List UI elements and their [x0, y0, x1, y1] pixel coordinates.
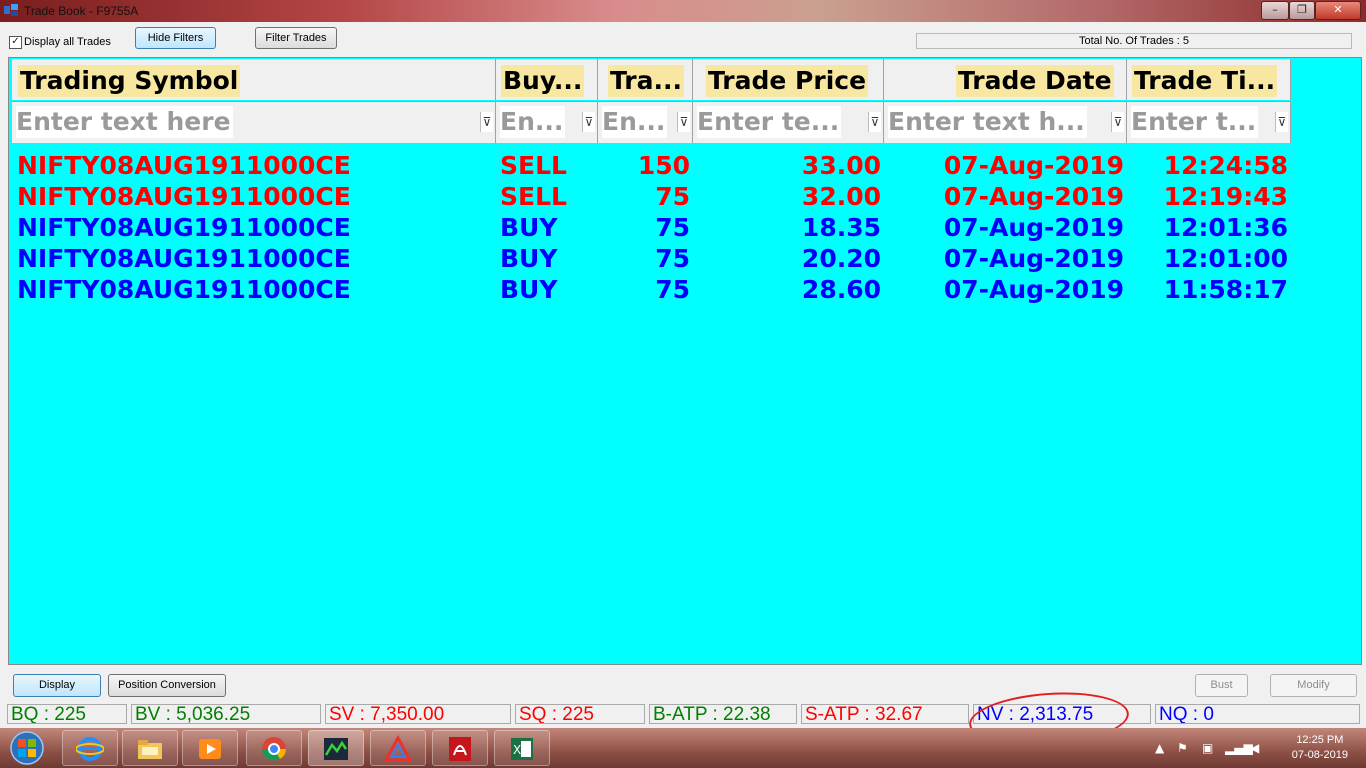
- filter-cell-trade-qty: En... ⊽: [598, 101, 693, 143]
- filter-input-buy-sell[interactable]: En...: [500, 106, 566, 138]
- filter-cell-trade-time: Enter t... ⊽: [1127, 101, 1291, 143]
- trade-cell-symbol[interactable]: NIFTY08AUG1911000CE: [17, 181, 487, 212]
- window-title: Trade Book - F9755A: [24, 4, 139, 18]
- filter-cell-trade-date: Enter text h... ⊽: [884, 101, 1127, 143]
- minimize-button[interactable]: –: [1261, 1, 1289, 20]
- clock-date: 07-08-2019: [1291, 749, 1348, 761]
- column-header-trade-date[interactable]: Trade Date: [884, 59, 1127, 100]
- status-sq: SQ : 225: [515, 704, 645, 724]
- filter-funnel-icon[interactable]: ⊽: [677, 112, 690, 132]
- trade-cell-side[interactable]: SELL: [500, 181, 595, 212]
- trade-cell-qty[interactable]: 75: [598, 181, 690, 212]
- filter-cell-trading-symbol: Enter text here ⊽: [12, 101, 496, 143]
- modify-button[interactable]: Modify: [1270, 674, 1357, 697]
- trade-cell-price[interactable]: 20.20: [693, 243, 881, 274]
- trade-cell-price[interactable]: 33.00: [693, 150, 881, 181]
- filter-trades-button[interactable]: Filter Trades: [255, 27, 337, 49]
- trade-cell-symbol[interactable]: NIFTY08AUG1911000CE: [17, 274, 487, 305]
- status-bv: BV : 5,036.25: [131, 704, 321, 724]
- network-icon[interactable]: ⚑: [1177, 741, 1188, 755]
- title-bar: Trade Book - F9755A – ❐ ✕: [0, 0, 1366, 22]
- column-header-trade-price[interactable]: Trade Price: [693, 59, 884, 100]
- trade-cell-time[interactable]: 12:01:36: [1127, 212, 1288, 243]
- trade-cell-date[interactable]: 07-Aug-2019: [884, 150, 1124, 181]
- trade-cell-side[interactable]: SELL: [500, 150, 595, 181]
- status-bq: BQ : 225: [7, 704, 127, 724]
- display-all-checkbox[interactable]: ✓: [9, 36, 22, 49]
- trade-cell-side[interactable]: BUY: [500, 274, 595, 305]
- filter-funnel-icon[interactable]: ⊽: [868, 112, 881, 132]
- signal-icon[interactable]: ▂▄▆: [1225, 741, 1253, 755]
- display-button[interactable]: Display: [13, 674, 101, 697]
- trade-cell-time[interactable]: 12:01:00: [1127, 243, 1288, 274]
- filter-input-trade-time[interactable]: Enter t...: [1131, 106, 1259, 138]
- total-trades-count: Total No. Of Trades : 5: [916, 33, 1352, 49]
- internet-explorer-icon[interactable]: [62, 730, 118, 766]
- acrobat-icon[interactable]: [432, 730, 488, 766]
- filter-cell-trade-price: Enter te... ⊽: [693, 101, 884, 143]
- trade-cell-price[interactable]: 28.60: [693, 274, 881, 305]
- trade-cell-time[interactable]: 11:58:17: [1127, 274, 1288, 305]
- filter-input-trading-symbol[interactable]: Enter text here: [16, 106, 233, 138]
- filter-funnel-icon[interactable]: ⊽: [480, 112, 493, 132]
- trade-cell-time[interactable]: 12:24:58: [1127, 150, 1288, 181]
- clock-time: 12:25 PM: [1296, 734, 1344, 746]
- column-header-trade-qty[interactable]: Tra...: [598, 59, 693, 100]
- trade-cell-symbol[interactable]: NIFTY08AUG1911000CE: [17, 212, 487, 243]
- trade-cell-symbol[interactable]: NIFTY08AUG1911000CE: [17, 243, 487, 274]
- media-player-icon[interactable]: [182, 730, 238, 766]
- trade-cell-side[interactable]: BUY: [500, 243, 595, 274]
- trade-cell-date[interactable]: 07-Aug-2019: [884, 243, 1124, 274]
- app-icon: [4, 4, 18, 16]
- windows-taskbar: X ▲ ⚑ ▣ ▂▄▆ ◀ 12:25 PM 07-08-2019: [0, 728, 1366, 768]
- maximize-button[interactable]: ❐: [1289, 1, 1315, 20]
- trade-cell-side[interactable]: BUY: [500, 212, 595, 243]
- trade-cell-qty[interactable]: 75: [598, 274, 690, 305]
- show-hidden-icons-icon[interactable]: ▲: [1155, 741, 1164, 755]
- column-header-trading-symbol[interactable]: Trading Symbol: [12, 59, 496, 100]
- trade-cell-date[interactable]: 07-Aug-2019: [884, 212, 1124, 243]
- trade-cell-date[interactable]: 07-Aug-2019: [884, 181, 1124, 212]
- status-sv: SV : 7,350.00: [325, 704, 511, 724]
- trade-cell-qty[interactable]: 75: [598, 243, 690, 274]
- trade-cell-symbol[interactable]: NIFTY08AUG1911000CE: [17, 150, 487, 181]
- trade-cell-qty[interactable]: 75: [598, 212, 690, 243]
- filter-funnel-icon[interactable]: ⊽: [1275, 112, 1288, 132]
- excel-icon[interactable]: X: [494, 730, 550, 766]
- filter-input-trade-date[interactable]: Enter text h...: [888, 106, 1087, 138]
- file-explorer-icon[interactable]: [122, 730, 178, 766]
- summary-status-bar: BQ : 225 BV : 5,036.25 SV : 7,350.00 SQ …: [0, 703, 1366, 727]
- trade-cell-price[interactable]: 32.00: [693, 181, 881, 212]
- volume-icon[interactable]: ◀: [1250, 741, 1259, 755]
- display-all-label[interactable]: Display all Trades: [24, 36, 111, 48]
- column-header-buy-sell[interactable]: Buy...: [496, 59, 598, 100]
- filter-cell-buy-sell: En... ⊽: [496, 101, 598, 143]
- column-header-trade-time[interactable]: Trade Ti...: [1127, 59, 1291, 100]
- trading-app-icon[interactable]: [308, 730, 364, 766]
- filter-funnel-icon[interactable]: ⊽: [582, 112, 595, 132]
- system-clock[interactable]: 12:25 PM 07-08-2019: [1292, 733, 1348, 763]
- filter-input-trade-price[interactable]: Enter te...: [697, 106, 842, 138]
- bust-button[interactable]: Bust: [1195, 674, 1248, 697]
- trade-cell-price[interactable]: 18.35: [693, 212, 881, 243]
- svg-text:X: X: [513, 743, 521, 757]
- position-conversion-button[interactable]: Position Conversion: [108, 674, 226, 697]
- filter-input-trade-qty[interactable]: En...: [602, 106, 668, 138]
- trade-grid: Trading Symbol Buy... Tra... Trade Price…: [8, 57, 1362, 665]
- close-button[interactable]: ✕: [1315, 1, 1361, 20]
- device-icon[interactable]: ▣: [1202, 741, 1213, 755]
- delta-app-icon[interactable]: [370, 730, 426, 766]
- chrome-icon[interactable]: [246, 730, 302, 766]
- status-s-atp: S-ATP : 32.67: [801, 704, 969, 724]
- status-nq: NQ : 0: [1155, 704, 1360, 724]
- trade-cell-time[interactable]: 12:19:43: [1127, 181, 1288, 212]
- trade-cell-qty[interactable]: 150: [598, 150, 690, 181]
- hide-filters-button[interactable]: Hide Filters: [135, 27, 216, 49]
- trade-cell-date[interactable]: 07-Aug-2019: [884, 274, 1124, 305]
- start-button-icon[interactable]: [2, 729, 52, 767]
- filter-funnel-icon[interactable]: ⊽: [1111, 112, 1124, 132]
- status-b-atp: B-ATP : 22.38: [649, 704, 797, 724]
